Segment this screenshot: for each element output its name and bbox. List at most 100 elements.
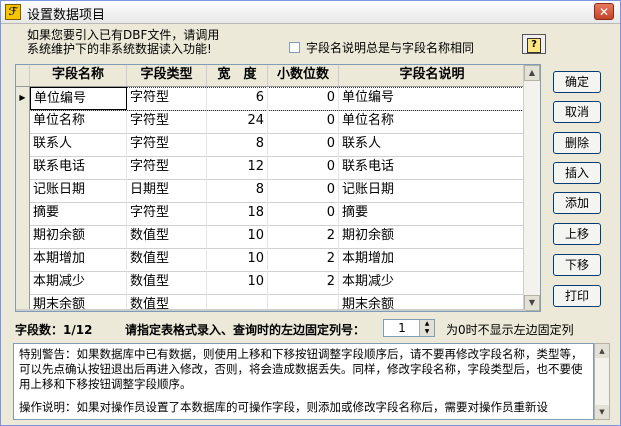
cancel-button[interactable]: 取消 [553, 101, 601, 123]
table-row[interactable]: 期初余额 数值型 10 2 期初余额 [16, 225, 526, 249]
cell-description[interactable]: 本期减少 [339, 271, 526, 294]
cell-field-name[interactable]: 本期增加 [30, 248, 127, 271]
fixed-column-note: 为0时不显示左边固定列 [446, 323, 574, 337]
notes-scroll-up-icon[interactable]: ▲ [595, 344, 609, 358]
import-info-line2: 系统维护下的非系统数据读入功能! [27, 42, 212, 56]
cell-field-name[interactable]: 单位编号 [30, 87, 127, 110]
import-info-line1: 如果您要引入已有DBF文件，请调用 [27, 28, 220, 42]
table-row[interactable]: 摘要 字符型 18 0 摘要 [16, 202, 526, 226]
row-indicator [16, 202, 30, 225]
table-row[interactable]: ▶ 单位编号 字符型 6 0 单位编号 [16, 87, 526, 111]
table-row[interactable]: 联系人 字符型 8 0 联系人 [16, 133, 526, 157]
cell-decimals[interactable]: 0 [268, 202, 339, 225]
fixed-column-spinner[interactable]: 1 ▲ ▼ [383, 319, 435, 337]
cell-width[interactable]: 6 [207, 87, 268, 110]
cell-width[interactable]: 8 [207, 133, 268, 156]
scroll-up-icon[interactable]: ▲ [524, 65, 540, 81]
cell-width[interactable]: 12 [207, 156, 268, 179]
header-decimals[interactable]: 小数位数 [268, 65, 339, 86]
print-button[interactable]: 打印 [553, 285, 601, 307]
same-name-label: 字段名说明总是与字段名称相同 [306, 41, 475, 55]
table-row[interactable]: 记账日期 日期型 8 0 记账日期 [16, 179, 526, 203]
add-button[interactable]: 添加 [553, 192, 601, 214]
cell-field-type[interactable]: 字符型 [127, 110, 207, 133]
field-grid[interactable]: 字段名称 字段类型 宽 度 小数位数 字段名说明 ▶ 单位编号 字符型 6 0 单位编号单… [15, 64, 541, 312]
notes-scroll-down-icon[interactable]: ▼ [595, 405, 609, 419]
move-up-button[interactable]: 上移 [553, 223, 601, 245]
cell-field-type[interactable]: 数值型 [127, 248, 207, 271]
spinner-arrows-icon[interactable]: ▲ ▼ [419, 320, 434, 336]
row-indicator [16, 156, 30, 179]
cell-width[interactable]: 24 [207, 110, 268, 133]
cell-width[interactable]: 10 [207, 248, 268, 271]
cell-decimals[interactable]: 0 [268, 133, 339, 156]
cell-field-name[interactable]: 联系人 [30, 133, 127, 156]
header-indicator [16, 65, 30, 86]
grid-bottom-edge [16, 309, 526, 311]
cell-field-name[interactable]: 记账日期 [30, 179, 127, 202]
table-row[interactable]: 本期减少 数值型 10 2 本期减少 [16, 271, 526, 295]
cell-decimals[interactable]: 0 [268, 87, 339, 110]
confirm-button[interactable]: 确定 [553, 71, 601, 93]
notes-scrollbar[interactable]: ▲ ▼ [594, 343, 610, 420]
header-field-name[interactable]: 字段名称 [30, 65, 127, 86]
cell-decimals[interactable]: 2 [268, 271, 339, 294]
cell-field-type[interactable]: 日期型 [127, 179, 207, 202]
insert-button[interactable]: 插入 [553, 162, 601, 184]
cell-field-type[interactable]: 字符型 [127, 87, 207, 110]
same-name-checkbox[interactable] [289, 42, 300, 53]
field-count: 字段数：1/12 [15, 323, 93, 337]
grid-header: 字段名称 字段类型 宽 度 小数位数 字段名说明 [16, 65, 526, 87]
cell-field-type[interactable]: 字符型 [127, 202, 207, 225]
table-row[interactable]: 联系电话 字符型 12 0 联系电话 [16, 156, 526, 180]
title-bar[interactable]: ℱ 设置数据项目 ✕ [1, 1, 620, 24]
app-icon: ℱ [5, 4, 21, 20]
cell-description[interactable]: 期初余额 [339, 225, 526, 248]
delete-button[interactable]: 删除 [553, 132, 601, 154]
cell-description[interactable]: 联系人 [339, 133, 526, 156]
row-indicator: ▶ [16, 87, 30, 110]
cell-field-type[interactable]: 字符型 [127, 133, 207, 156]
cell-field-name[interactable]: 联系电话 [30, 156, 127, 179]
header-width[interactable]: 宽 度 [207, 65, 268, 86]
notes-box[interactable]: 特别警告：如果数据库中已有数据，则使用上移和下移按钮调整字段顺序后，请不要再修改… [13, 343, 594, 420]
row-indicator [16, 110, 30, 133]
cell-description[interactable]: 联系电话 [339, 156, 526, 179]
cell-width[interactable]: 10 [207, 225, 268, 248]
header-field-type[interactable]: 字段类型 [127, 65, 207, 86]
cell-width[interactable]: 18 [207, 202, 268, 225]
warning-text: 特别警告：如果数据库中已有数据，则使用上移和下移按钮调整字段顺序后，请不要再修改… [19, 347, 583, 391]
dialog-window: ℱ 设置数据项目 ✕ 如果您要引入已有DBF文件，请调用 系统维护下的非系统数据… [0, 0, 621, 426]
window-title: 设置数据项目 [27, 8, 106, 23]
cell-decimals[interactable]: 2 [268, 248, 339, 271]
header-description[interactable]: 字段名说明 [339, 65, 526, 86]
cell-description[interactable]: 单位编号 [339, 87, 526, 110]
close-button[interactable]: ✕ [594, 3, 614, 20]
row-indicator [16, 133, 30, 156]
table-row[interactable]: 单位名称 字符型 24 0 单位名称 [16, 110, 526, 134]
cell-field-name[interactable]: 本期减少 [30, 271, 127, 294]
cell-width[interactable]: 10 [207, 271, 268, 294]
cell-decimals[interactable]: 0 [268, 110, 339, 133]
scroll-down-icon[interactable]: ▼ [524, 295, 540, 311]
cell-field-name[interactable]: 单位名称 [30, 110, 127, 133]
move-down-button[interactable]: 下移 [553, 254, 601, 276]
grid-vertical-scrollbar[interactable]: ▲ ▼ [523, 65, 540, 311]
cell-field-name[interactable]: 摘要 [30, 202, 127, 225]
cell-width[interactable]: 8 [207, 179, 268, 202]
cell-description[interactable]: 单位名称 [339, 110, 526, 133]
cell-field-type[interactable]: 字符型 [127, 156, 207, 179]
same-name-option[interactable]: 字段名说明总是与字段名称相同 [289, 39, 474, 56]
cell-decimals[interactable]: 0 [268, 179, 339, 202]
cell-description[interactable]: 记账日期 [339, 179, 526, 202]
cell-decimals[interactable]: 0 [268, 156, 339, 179]
fixed-column-value[interactable]: 1 [384, 320, 420, 336]
help-button[interactable]: ? [522, 34, 546, 54]
cell-description[interactable]: 摘要 [339, 202, 526, 225]
cell-field-type[interactable]: 数值型 [127, 271, 207, 294]
table-row[interactable]: 本期增加 数值型 10 2 本期增加 [16, 248, 526, 272]
cell-description[interactable]: 本期增加 [339, 248, 526, 271]
cell-field-type[interactable]: 数值型 [127, 225, 207, 248]
cell-field-name[interactable]: 期初余额 [30, 225, 127, 248]
cell-decimals[interactable]: 2 [268, 225, 339, 248]
